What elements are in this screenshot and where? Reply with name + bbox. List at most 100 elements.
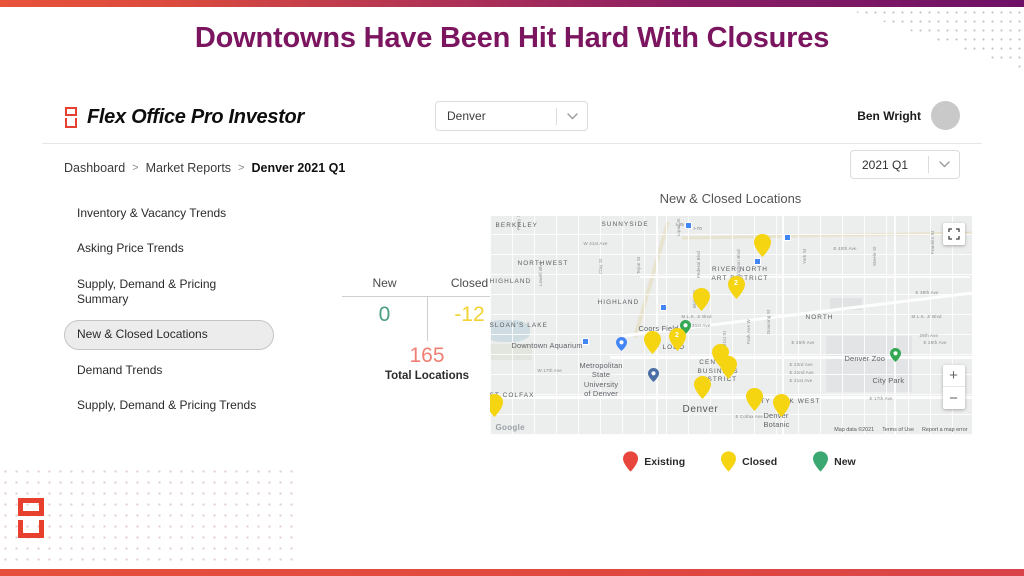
map-street-e26th: E 26th Ave — [791, 340, 815, 345]
map-pin-closed[interactable] — [753, 234, 771, 257]
app-window: Flex Office Pro Investor Denver Ben Wrig… — [42, 92, 982, 504]
map-pin-closed-cluster[interactable]: 2 — [727, 276, 745, 299]
map-attrib-data: Map data ©2021 — [834, 427, 875, 433]
map-street-e26th-2: E 26th Ave — [923, 340, 947, 345]
map-attrib-terms[interactable]: Terms of Use — [882, 427, 914, 433]
nav-item-demand-trends[interactable]: Demand Trends — [64, 356, 274, 385]
google-watermark: Google — [495, 423, 525, 432]
nav-item-new-closed-locations[interactable]: New & Closed Locations — [64, 320, 274, 350]
map-label-denver-zoo: Denver Zoo — [844, 354, 886, 363]
legend-label-closed: Closed — [742, 455, 778, 468]
poi-downtown-aquarium-icon — [615, 337, 627, 351]
poi-transit-icon — [659, 304, 667, 311]
map-street-clay: Clay St — [597, 258, 603, 274]
map-attrib-report[interactable]: Report a map error — [922, 427, 968, 433]
legend-item-new: New — [813, 451, 856, 472]
map-label-highland-w: HIGHLAND — [489, 278, 532, 285]
breadcrumb-row: Dashboard > Market Reports > Denver 2021… — [42, 144, 982, 191]
map-street-e17th: E 17th Ave — [869, 396, 893, 401]
map-pin-closed[interactable] — [643, 331, 661, 354]
map-label-sunnyside: SUNNYSIDE — [601, 221, 649, 228]
period-select-value: 2021 Q1 — [862, 157, 909, 172]
map-label-north: NORTH — [805, 314, 834, 321]
breadcrumb: Dashboard > Market Reports > Denver 2021… — [64, 161, 345, 175]
map-pin-closed[interactable] — [693, 376, 711, 399]
map-pin-icon — [721, 451, 737, 472]
map-panel: New & Closed Locations BERKELEY SUNNYSID… — [479, 191, 982, 472]
user-area[interactable]: Ben Wright — [857, 101, 960, 130]
map-pin-icon — [813, 451, 829, 472]
map-label-downtown-aquarium: Downtown Aquarium — [511, 341, 583, 350]
nav-item-asking-price-trends[interactable]: Asking Price Trends — [64, 234, 274, 263]
stat-new-value: 0 — [378, 303, 391, 326]
map-street-e22nd: E 22nd Ave — [789, 370, 814, 375]
map-pin-closed-cluster[interactable]: 2 — [668, 328, 686, 351]
city-select[interactable]: Denver — [435, 101, 588, 131]
brand-name: Flex Office Pro Investor — [87, 106, 304, 128]
map-street-i70: I-70 — [693, 226, 702, 231]
map-street-perry: Perry St — [515, 216, 521, 230]
map-street-federal: Federal Blvd — [695, 250, 701, 278]
map-street-brighton: Brighton Blvd — [735, 249, 741, 278]
map-street-w41st: W 41st Ave — [583, 241, 608, 246]
map-pin-count: 2 — [675, 332, 679, 339]
map-attribution: Map data ©2021 Terms of Use Report a map… — [834, 427, 967, 433]
map-label-sloans-lake: SLOAN'S LAKE — [489, 322, 548, 329]
report-nav: Inventory & Vacancy Trends Asking Price … — [64, 199, 274, 427]
map-zoom-controls[interactable]: + − — [942, 365, 965, 409]
app-header: Flex Office Pro Investor Denver Ben Wrig… — [42, 92, 982, 144]
flex-office-logo-icon — [64, 107, 78, 128]
map-label-city-park: City Park — [872, 376, 905, 385]
breadcrumb-item-market-reports[interactable]: Market Reports — [146, 161, 231, 175]
map-street-mlk: M.L.K. Jr Blvd — [681, 314, 712, 319]
chevron-down-icon[interactable] — [929, 161, 959, 168]
legend-label-new: New — [834, 455, 856, 468]
breadcrumb-item-current: Denver 2021 Q1 — [251, 160, 346, 175]
nav-item-inventory-vacancy-trends[interactable]: Inventory & Vacancy Trends — [64, 199, 274, 228]
locations-map[interactable]: BERKELEY SUNNYSIDE NORTHWEST HIGHLAND HI… — [489, 216, 972, 435]
map-street-ecolfax: E Colfax Ave — [735, 414, 763, 419]
poi-denver-zoo-icon — [889, 348, 901, 362]
poi-metro-state-icon — [647, 368, 659, 382]
fullscreen-icon[interactable] — [942, 223, 965, 245]
map-legend: Existing Closed New — [479, 451, 982, 472]
stats-vertical-divider — [427, 297, 428, 341]
map-street-e31st: E 31st Ave — [687, 323, 711, 328]
map-pin-closed[interactable] — [745, 388, 763, 411]
avatar[interactable] — [931, 101, 960, 130]
breadcrumb-separator: > — [132, 161, 139, 174]
chevron-down-icon[interactable] — [557, 112, 587, 120]
map-street-lipan: Lipan St — [675, 218, 681, 236]
map-street-e39th: E 39th Ave — [915, 290, 939, 295]
nav-item-supply-demand-pricing-summary[interactable]: Supply, Demand & Pricing Summary — [64, 270, 274, 315]
map-panel-title: New & Closed Locations — [659, 191, 802, 206]
map-pin-closed[interactable] — [772, 394, 790, 417]
slide-root: Downtowns Have Been Hit Hard With Closur… — [0, 0, 1024, 576]
poi-transit-icon — [684, 222, 692, 229]
breadcrumb-item-dashboard[interactable]: Dashboard — [64, 161, 125, 175]
poi-transit-icon — [783, 234, 791, 241]
map-label-highland: HIGHLAND — [597, 299, 640, 306]
brand: Flex Office Pro Investor — [64, 106, 304, 129]
map-street-downing: Downing St — [765, 309, 771, 334]
map-pin-closed[interactable] — [692, 288, 710, 311]
poi-transit-icon — [581, 338, 589, 345]
page-title: Downtowns Have Been Hit Hard With Closur… — [194, 22, 830, 54]
nav-item-supply-demand-pricing-trends[interactable]: Supply, Demand & Pricing Trends — [64, 391, 274, 420]
legend-item-closed: Closed — [721, 451, 777, 472]
legend-item-existing: Existing — [623, 451, 685, 472]
footer-logo-icon — [18, 498, 44, 538]
map-street-29th: 29th Ave — [919, 333, 939, 338]
plus-icon[interactable]: + — [942, 365, 965, 387]
city-select-value: Denver — [447, 109, 486, 123]
map-pin-closed[interactable] — [489, 394, 503, 417]
legend-label-existing: Existing — [644, 455, 686, 468]
map-street-steele: Steele St — [871, 246, 877, 266]
map-pin-closed[interactable] — [719, 356, 737, 379]
map-street-w17th: W 17th Ave — [537, 368, 562, 373]
map-label-denver: Denver — [682, 404, 719, 415]
app-body: Inventory & Vacancy Trends Asking Price … — [42, 191, 982, 504]
period-select[interactable]: 2021 Q1 — [850, 150, 960, 179]
map-street-e23rd: E 23rd Ave — [789, 362, 813, 367]
minus-icon[interactable]: − — [943, 387, 965, 409]
